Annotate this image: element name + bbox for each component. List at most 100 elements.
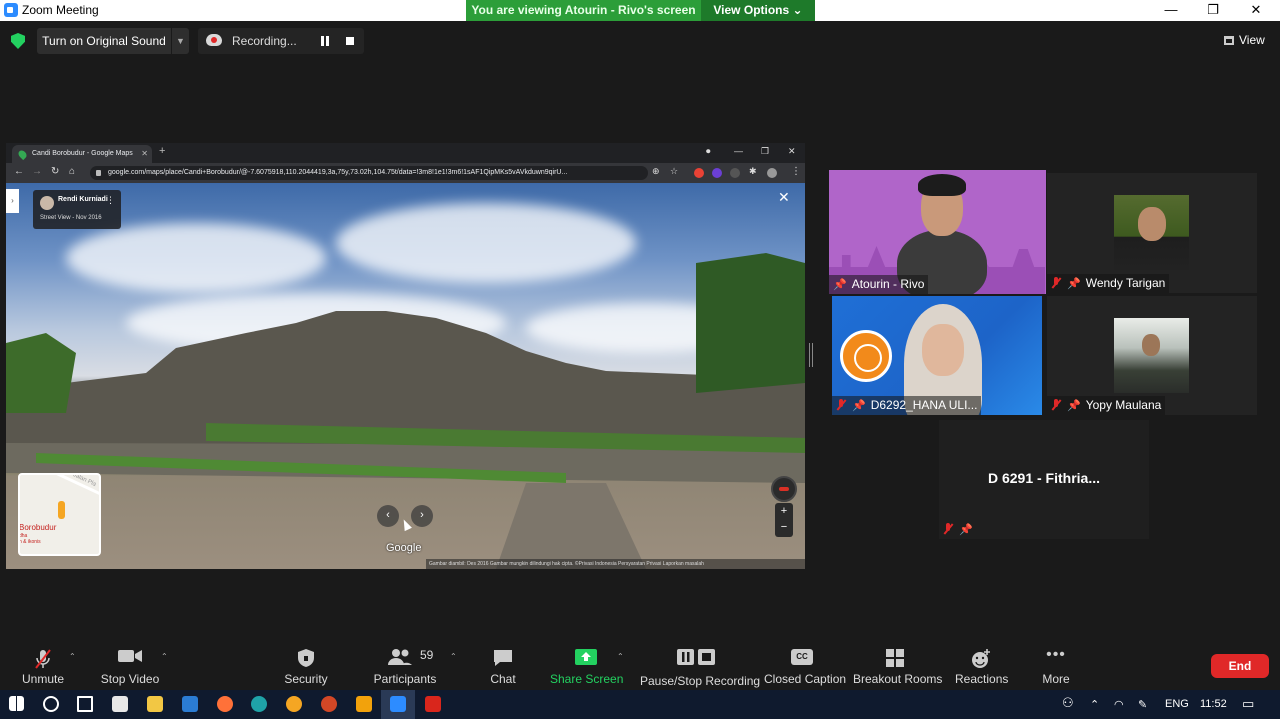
file-explorer-icon[interactable] bbox=[147, 696, 163, 712]
share-screen-button[interactable]: Share Screen bbox=[550, 640, 623, 690]
chevron-down-icon[interactable]: ▼ bbox=[172, 28, 189, 54]
install-icon[interactable]: ⊕ bbox=[652, 166, 660, 177]
participant-profile-photo bbox=[1114, 195, 1189, 270]
menu-kebab-icon[interactable]: ⋮ bbox=[106, 195, 115, 206]
firefox-icon[interactable] bbox=[217, 696, 233, 712]
security-button[interactable]: Security bbox=[280, 640, 332, 690]
pause-stop-recording-button[interactable]: Pause/Stop Recording bbox=[640, 640, 760, 690]
zoom-in-icon[interactable]: + bbox=[775, 503, 793, 519]
wifi-icon[interactable]: ◠ bbox=[1114, 698, 1124, 711]
participant-name-tag: 📌 Yopy Maulana bbox=[1047, 396, 1166, 415]
minimize-icon[interactable]: — bbox=[734, 146, 743, 156]
cloud-record-icon bbox=[206, 34, 222, 46]
reactions-button[interactable]: Reactions bbox=[955, 640, 1008, 690]
participant-name-tag: 📌 bbox=[939, 520, 982, 539]
restore-icon[interactable]: ❐ bbox=[761, 146, 769, 157]
forward-icon[interactable]: → bbox=[32, 166, 42, 177]
acrobat-icon[interactable] bbox=[425, 696, 441, 712]
zoom-control[interactable]: + − bbox=[775, 503, 793, 537]
close-icon[interactable]: ✕ bbox=[788, 146, 796, 157]
participant-tile-fithria[interactable]: D 6291 - Fithria... 📌 bbox=[939, 420, 1149, 539]
store-icon[interactable] bbox=[112, 696, 128, 712]
close-icon[interactable]: ✕ bbox=[778, 189, 790, 206]
people-icon[interactable]: ⚇ bbox=[1062, 695, 1074, 711]
app-icon[interactable] bbox=[356, 696, 372, 712]
title-bar: Zoom Meeting You are viewing Atourin - R… bbox=[0, 0, 1280, 21]
back-icon[interactable]: ← bbox=[14, 166, 24, 177]
edge-icon[interactable] bbox=[251, 696, 267, 712]
powerpoint-icon[interactable] bbox=[321, 696, 337, 712]
zoom-taskbar-icon[interactable] bbox=[390, 696, 406, 712]
participants-button[interactable]: 59 Participants bbox=[372, 640, 438, 690]
expand-panel-button[interactable]: › bbox=[6, 189, 19, 213]
pen-icon[interactable]: ✎ bbox=[1138, 698, 1147, 711]
shared-screen[interactable]: Candi Borobudur - Google Maps ✕ + ⏺ — ❐ … bbox=[6, 143, 805, 569]
chevron-up-icon[interactable]: ⌃ bbox=[450, 652, 457, 661]
closed-caption-button[interactable]: CC Closed Caption bbox=[764, 640, 846, 690]
clock[interactable]: 11:52 bbox=[1200, 698, 1227, 710]
end-meeting-button[interactable]: End bbox=[1211, 654, 1269, 678]
windows-start-icon[interactable] bbox=[9, 696, 24, 711]
view-options-button[interactable]: View Options ⌄ bbox=[701, 0, 815, 21]
close-icon[interactable]: ✕ bbox=[141, 145, 148, 163]
chrome-icon[interactable] bbox=[286, 696, 302, 712]
stop-video-button[interactable]: Stop Video bbox=[98, 640, 162, 690]
participants-label: Participants bbox=[373, 672, 437, 686]
plus-icon[interactable]: + bbox=[159, 145, 165, 157]
chevron-up-icon[interactable]: ⌃ bbox=[1090, 698, 1099, 711]
close-icon[interactable]: ✕ bbox=[1235, 0, 1277, 21]
address-bar[interactable]: google.com/maps/place/Candi+Borobudur/@-… bbox=[90, 166, 648, 180]
home-icon[interactable]: ⌂ bbox=[69, 166, 75, 177]
chevron-right-icon[interactable]: › bbox=[411, 505, 433, 527]
security-shield-icon[interactable] bbox=[11, 33, 25, 49]
menu-kebab-icon[interactable]: ⋮ bbox=[791, 166, 801, 177]
chevron-left-icon[interactable]: ‹ bbox=[377, 505, 399, 527]
zoom-out-icon[interactable]: − bbox=[775, 519, 793, 535]
view-icon bbox=[1224, 36, 1234, 45]
minimap[interactable]: Jalan Pla Borobudur dha n & ikonis bbox=[18, 473, 101, 556]
extension-icon[interactable] bbox=[730, 168, 740, 178]
browser-tab[interactable]: Candi Borobudur - Google Maps ✕ bbox=[12, 145, 152, 163]
view-label: View bbox=[1239, 33, 1265, 47]
extension-icon[interactable] bbox=[712, 168, 722, 178]
chevron-up-icon[interactable]: ⌃ bbox=[161, 652, 168, 661]
borobudur-temple-image bbox=[6, 253, 805, 569]
pause-icon[interactable] bbox=[320, 36, 330, 46]
street-view-panorama[interactable]: › Rendi Kurniadi ⋮ Street View - Nov 201… bbox=[6, 183, 805, 569]
language-indicator[interactable]: ENG bbox=[1165, 698, 1189, 710]
participant-tile-wendy-tarigan[interactable]: 📌 Wendy Tarigan bbox=[1047, 173, 1257, 293]
chevron-down-icon: ⌄ bbox=[792, 3, 803, 17]
task-view-icon[interactable] bbox=[77, 696, 93, 712]
puzzle-icon[interactable]: ✱ bbox=[749, 166, 757, 177]
stop-icon[interactable] bbox=[346, 37, 354, 45]
view-options-label: View Options bbox=[713, 3, 790, 17]
participant-name-center: D 6291 - Fithria... bbox=[987, 470, 1101, 486]
participant-tile-yopy-maulana[interactable]: 📌 Yopy Maulana bbox=[1047, 296, 1257, 415]
profile-avatar-icon[interactable] bbox=[767, 168, 777, 178]
notification-icon[interactable]: ▭ bbox=[1242, 696, 1254, 712]
compass-icon[interactable] bbox=[771, 476, 797, 502]
restore-icon[interactable]: ❐ bbox=[1192, 0, 1234, 21]
pin-icon: 📌 bbox=[833, 279, 847, 291]
mail-icon[interactable] bbox=[182, 696, 198, 712]
breakout-rooms-button[interactable]: Breakout Rooms bbox=[853, 640, 942, 690]
breakout-rooms-icon bbox=[886, 649, 904, 667]
participant-tile-atourin-rivo[interactable]: 📌 Atourin - Rivo bbox=[829, 170, 1046, 294]
unmute-button[interactable]: Unmute bbox=[12, 640, 74, 690]
cortana-icon[interactable] bbox=[43, 696, 59, 712]
chevron-up-icon[interactable]: ⌃ bbox=[69, 652, 76, 661]
view-button[interactable]: View bbox=[1224, 33, 1265, 47]
pegman-icon[interactable] bbox=[58, 501, 65, 519]
chevron-up-icon[interactable]: ⌃ bbox=[617, 652, 624, 661]
more-button[interactable]: ••• More bbox=[1036, 640, 1076, 690]
participant-tile-hana[interactable]: 📌 D6292_HANA ULI... bbox=[832, 296, 1042, 415]
reload-icon[interactable]: ↻ bbox=[51, 166, 59, 177]
minimap-place-sub: dha n & ikonis bbox=[19, 533, 41, 545]
extension-icon[interactable] bbox=[694, 168, 704, 178]
contributor-card[interactable]: Rendi Kurniadi ⋮ Street View - Nov 2016 bbox=[33, 190, 121, 229]
original-sound-button[interactable]: Turn on Original Sound bbox=[37, 28, 171, 54]
star-icon[interactable]: ☆ bbox=[670, 166, 678, 177]
resize-splitter[interactable] bbox=[809, 343, 813, 367]
minimize-icon[interactable]: — bbox=[1150, 0, 1192, 21]
chat-button[interactable]: Chat bbox=[486, 640, 520, 690]
